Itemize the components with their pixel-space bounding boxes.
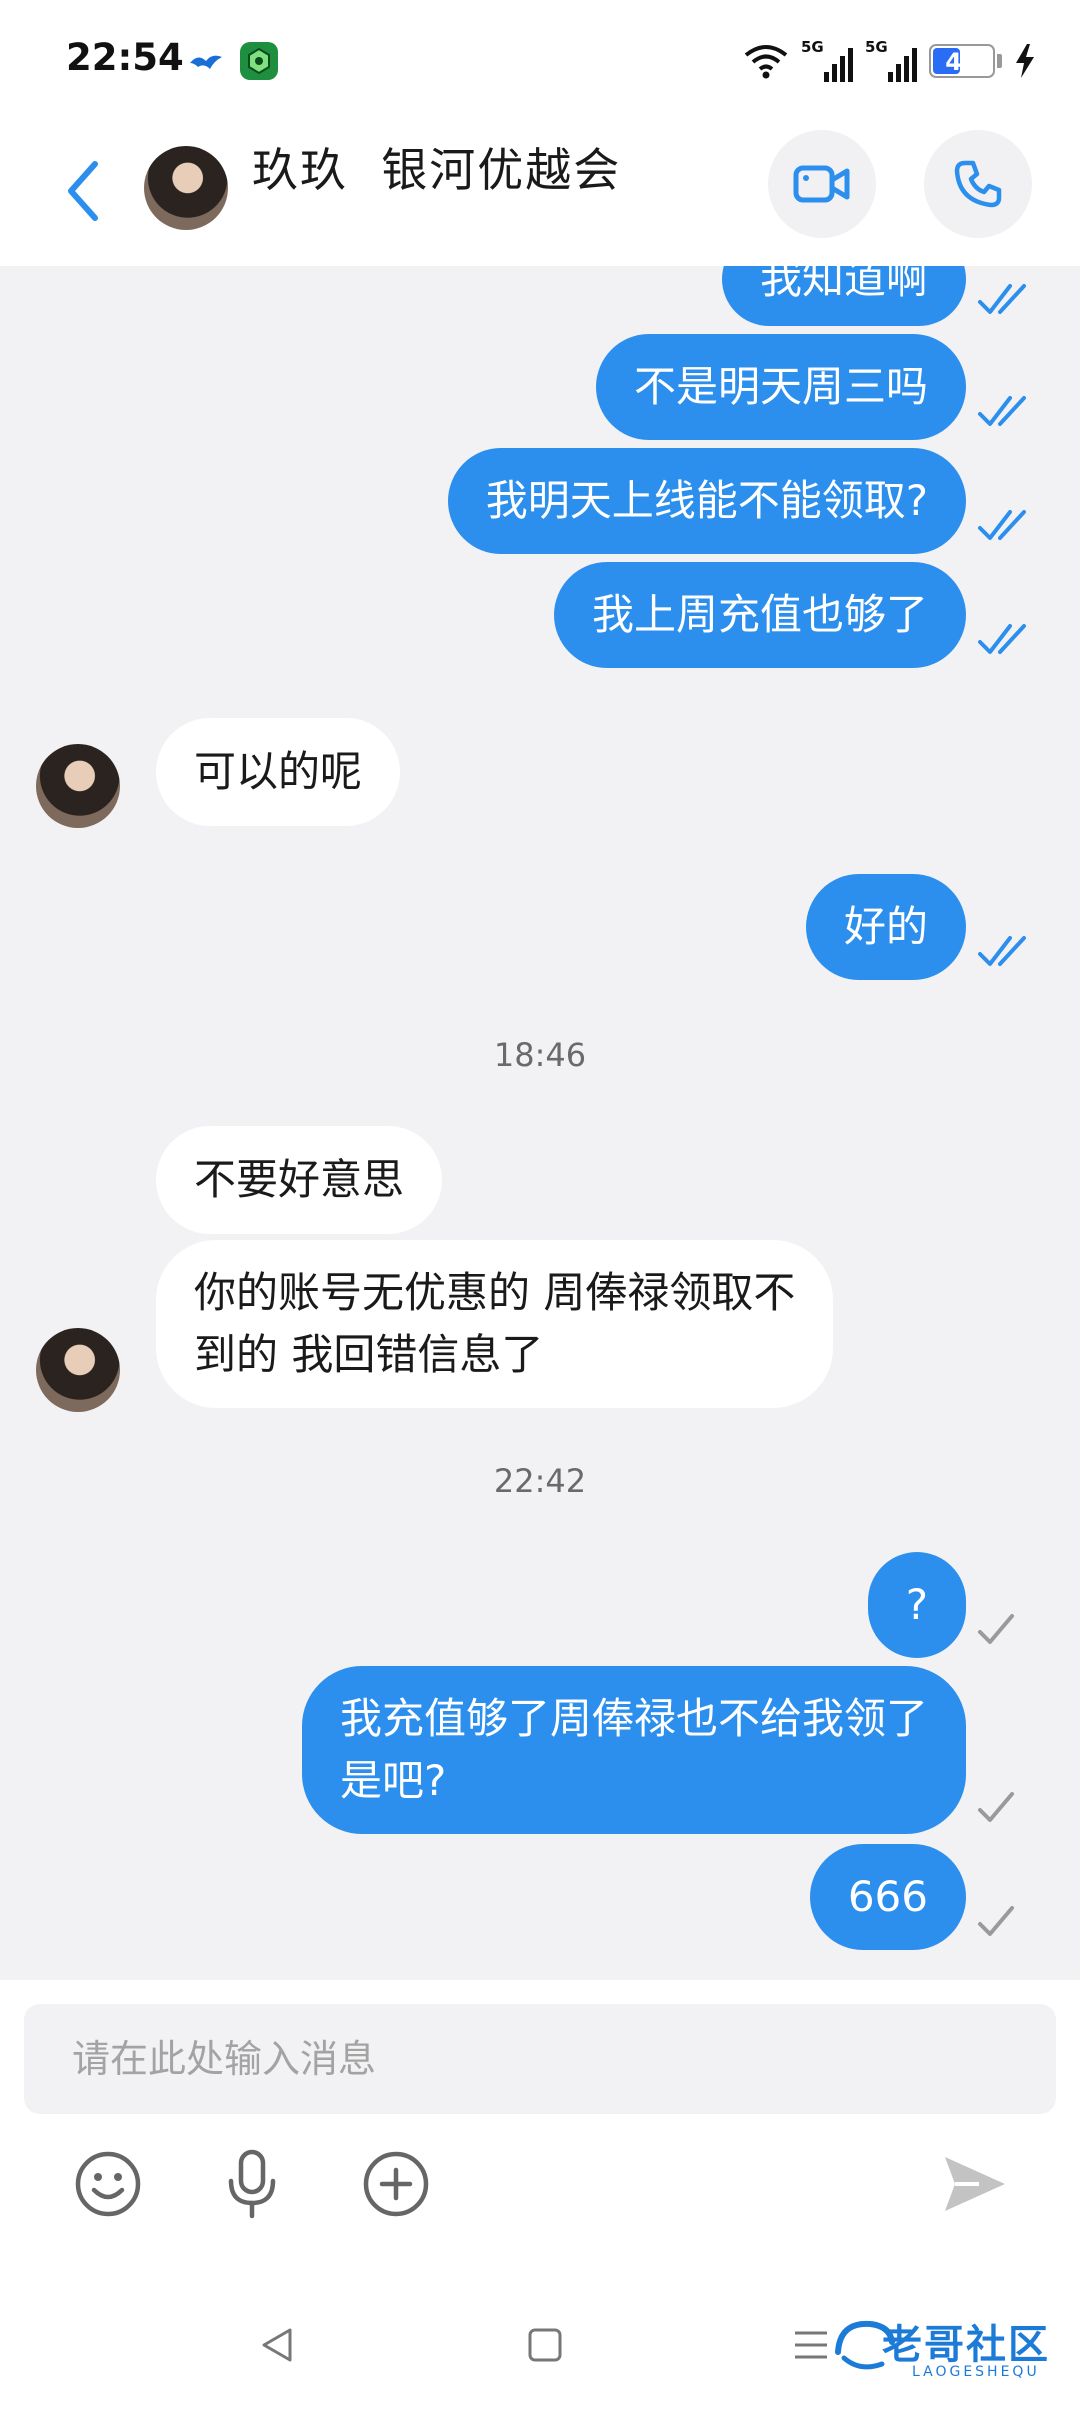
message-bubble-outgoing[interactable]: 我上周充值也够了 bbox=[553, 562, 966, 668]
status-time: 22:54 bbox=[66, 36, 184, 79]
charging-bolt-icon bbox=[1016, 44, 1034, 78]
voice-input-button[interactable] bbox=[212, 2144, 292, 2224]
add-attachment-button[interactable] bbox=[356, 2144, 436, 2224]
message-bubble-outgoing[interactable]: ? bbox=[867, 1552, 966, 1658]
video-camera-icon bbox=[793, 165, 850, 203]
sent-check-icon bbox=[978, 1792, 1014, 1822]
video-call-button[interactable] bbox=[768, 130, 876, 238]
message-list[interactable]: 我知道啊 不是明天周三吗 我明天上线能不能领取? 我上周充值也够了 可以的呢 好… bbox=[0, 266, 1080, 1980]
watermark-logo: 老哥社区 LAOGESHEQU bbox=[830, 2312, 1066, 2388]
battery-tip bbox=[997, 54, 1002, 68]
emoji-button[interactable] bbox=[68, 2144, 148, 2224]
message-bubble-outgoing[interactable]: 不是明天周三吗 bbox=[595, 334, 966, 440]
sent-check-icon bbox=[978, 1906, 1014, 1936]
nav-back-button[interactable] bbox=[242, 2310, 312, 2380]
time-separator: 22:42 bbox=[493, 1462, 587, 1500]
status-indicators: 5G 5G 47 bbox=[743, 38, 1036, 82]
chat-header: 玖玖 银河优越会 bbox=[0, 118, 1080, 266]
read-receipt-icon bbox=[978, 624, 1026, 654]
read-receipt-icon bbox=[978, 396, 1026, 426]
network-type-label: 5G bbox=[801, 38, 824, 56]
message-input-container[interactable] bbox=[24, 2004, 1056, 2114]
message-bubble-incoming[interactable]: 不要好意思 bbox=[156, 1126, 443, 1234]
message-bubble-incoming[interactable]: 你的账号无优惠的 周俸禄领取不 到的 我回错信息了 bbox=[156, 1240, 834, 1408]
battery-icon: 47 bbox=[929, 44, 995, 78]
add-icon bbox=[363, 2151, 429, 2217]
emoji-icon bbox=[75, 2151, 141, 2217]
send-button[interactable] bbox=[934, 2144, 1014, 2224]
microphone-icon bbox=[228, 2149, 276, 2219]
nav-home-button[interactable] bbox=[510, 2310, 580, 2380]
message-bubble-outgoing[interactable]: 我知道啊 bbox=[721, 266, 966, 326]
phone-icon bbox=[954, 160, 1002, 208]
message-bubble-outgoing[interactable]: 好的 bbox=[805, 874, 966, 980]
contact-avatar[interactable] bbox=[144, 146, 228, 230]
time-separator: 18:46 bbox=[493, 1036, 587, 1074]
message-bubble-incoming[interactable]: 可以的呢 bbox=[156, 718, 401, 826]
square-home-icon bbox=[528, 2328, 562, 2362]
triangle-back-icon bbox=[262, 2328, 292, 2362]
status-notification-icons bbox=[188, 42, 278, 80]
message-bubble-outgoing[interactable]: 我明天上线能不能领取? bbox=[447, 448, 966, 554]
battery-level: 47 bbox=[945, 48, 979, 76]
network-type-label: 5G bbox=[865, 38, 888, 56]
chat-title: 玖玖 银河优越会 bbox=[252, 143, 622, 197]
bird-notification-icon bbox=[190, 55, 222, 69]
chevron-left-icon bbox=[68, 161, 98, 221]
read-receipt-icon bbox=[978, 936, 1026, 966]
watermark-subtext: LAOGESHEQU bbox=[912, 2364, 1040, 2380]
wifi-icon bbox=[744, 45, 788, 79]
app-notification-icon bbox=[240, 42, 278, 80]
sent-check-icon bbox=[978, 1614, 1014, 1644]
sender-avatar[interactable] bbox=[36, 744, 120, 828]
menu-lines-icon bbox=[795, 2331, 827, 2359]
status-bar: 22:54 5G 5G 47 bbox=[0, 0, 1080, 118]
watermark-text: 老哥社区 bbox=[882, 2322, 1050, 2368]
sender-avatar[interactable] bbox=[36, 1328, 120, 1412]
signal-strength-icon: 5G bbox=[801, 38, 853, 82]
message-input[interactable] bbox=[24, 2004, 1056, 2114]
signal-strength-icon: 5G bbox=[865, 38, 917, 82]
read-receipt-icon bbox=[978, 510, 1026, 540]
read-receipt-icon bbox=[978, 284, 1026, 314]
message-bubble-outgoing[interactable]: 666 bbox=[809, 1844, 966, 1950]
send-icon bbox=[945, 2157, 1005, 2211]
back-button[interactable] bbox=[58, 156, 108, 226]
chat-screen: 22:54 5G 5G 47 玖玖 银河优越会 我知道啊 不是明天周三吗 我明天… bbox=[0, 0, 1080, 2412]
voice-call-button[interactable] bbox=[924, 130, 1032, 238]
message-bubble-outgoing[interactable]: 我充值够了周俸禄也不给我领了 是吧? bbox=[301, 1666, 966, 1834]
